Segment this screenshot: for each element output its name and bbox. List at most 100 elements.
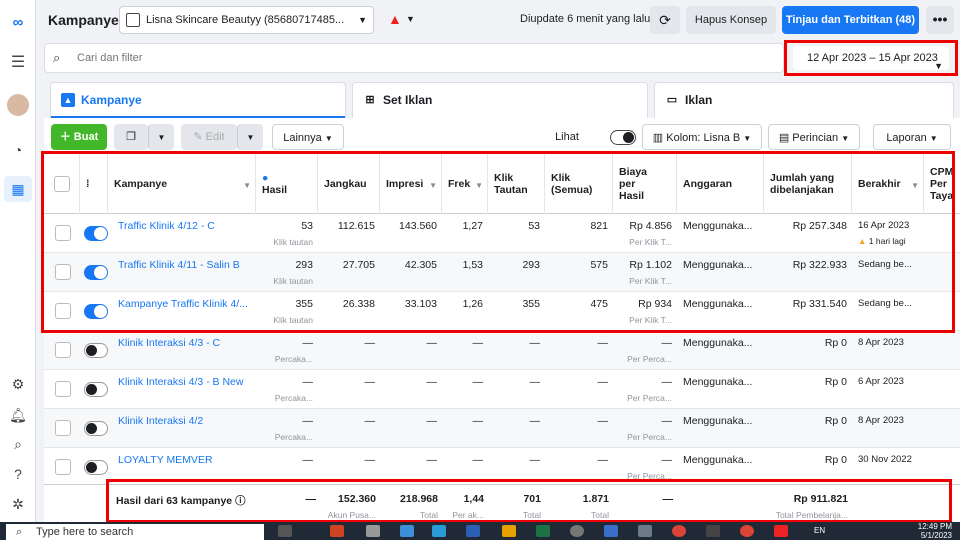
column-header-cost-per-result[interactable]: Biaya per Hasil (613, 154, 677, 214)
campaign-status-toggle[interactable] (84, 343, 108, 358)
cell-value: Rp 4.856 (629, 220, 672, 232)
taskbar-search-input[interactable]: ⌕ Type here to search (6, 524, 264, 540)
cell-cost: Rp 4.856 Per Klik T... (613, 214, 677, 253)
cell-reach: — (318, 409, 380, 448)
more-actions-dropdown[interactable]: Lainnya ▼ (272, 124, 344, 150)
table-row[interactable]: Klinik Interaksi 4/3 - B New — Percaka... —… (44, 370, 960, 409)
campaign-status-toggle[interactable] (84, 226, 108, 241)
campaign-name-link[interactable]: Traffic Klinik 4/11 - Salin B (118, 253, 252, 292)
table-row[interactable]: Kampanye Traffic Klinik 4/... 355 Klik tau… (44, 292, 960, 331)
chrome-icon[interactable] (740, 525, 754, 537)
tab-ad-sets[interactable]: ⊞ Set Iklan (352, 82, 648, 118)
cell-impressions: 42.305 (380, 253, 442, 292)
row-checkbox[interactable] (55, 420, 71, 436)
app-icon[interactable] (604, 525, 618, 537)
breakdown-dropdown[interactable]: ▤ Perincian ▼ (768, 124, 860, 150)
chrome-icon[interactable] (672, 525, 686, 537)
column-header-amount-spent[interactable]: Jumlah yang dibelanjakan (764, 154, 852, 214)
menu-icon[interactable]: ☰ (8, 52, 28, 72)
column-header-ends[interactable]: Berakhir ▼ (852, 154, 924, 214)
app-icon[interactable] (400, 525, 414, 537)
warning-icon[interactable]: ▲ (388, 11, 402, 27)
duplicate-button[interactable]: ❐ (114, 124, 148, 150)
table-row[interactable]: LOYALTY MEMVER — — — — — — — Per Perca... Menggun… (44, 448, 960, 487)
dashboard-gauge-icon[interactable]: ◔ (8, 140, 28, 160)
column-header-clicks-all[interactable]: Klik (Semua) (545, 154, 613, 214)
status-column-header[interactable]: ⁞ (80, 154, 108, 214)
campaign-name-link[interactable]: Klinik Interaksi 4/3 - C (118, 331, 252, 370)
columns-dropdown[interactable]: ▥ Kolom: Lisna B ▼ (642, 124, 762, 150)
column-header-budget[interactable]: Anggaran (677, 154, 764, 214)
row-checkbox[interactable] (55, 342, 71, 358)
app-icon[interactable] (706, 525, 720, 537)
more-options-button[interactable]: ••• (926, 6, 954, 34)
discard-drafts-button[interactable]: Hapus Konsep (686, 6, 776, 34)
help-icon[interactable]: ? (8, 464, 28, 484)
bug-report-icon[interactable]: ✲ (8, 494, 28, 514)
create-button[interactable]: ＋ Buat (51, 124, 107, 150)
excel-icon[interactable] (536, 525, 550, 537)
app-icon[interactable] (638, 525, 652, 537)
chevron-down-icon[interactable]: ▼ (406, 14, 415, 24)
column-header-cpm[interactable]: CPM Per Taya (924, 154, 960, 214)
edit-dropdown-button[interactable]: ▼ (237, 124, 263, 150)
notifications-bell-icon[interactable]: 🔔︎ (8, 405, 28, 425)
campaign-status-toggle[interactable] (84, 382, 108, 397)
reports-dropdown[interactable]: Laporan ▼ (873, 124, 951, 150)
avatar[interactable] (7, 94, 29, 116)
column-header-impressions[interactable]: Impresi ▼ (380, 154, 442, 214)
campaign-name-link[interactable]: Kampanye Traffic Klinik 4/... (118, 292, 252, 331)
campaign-name-link[interactable]: Traffic Klinik 4/12 - C (118, 214, 252, 253)
cell-value: Rp 0 (824, 376, 847, 388)
row-checkbox[interactable] (55, 381, 71, 397)
campaign-status-toggle[interactable] (84, 421, 108, 436)
column-header-campaign[interactable]: Kampanye ▼ (108, 154, 256, 214)
campaign-name-link[interactable]: Klinik Interaksi 4/3 - B New (118, 370, 252, 409)
table-row[interactable]: Traffic Klinik 4/11 - Salin B 293 Klik tau… (44, 253, 960, 292)
column-header-frequency[interactable]: Frek ▼ (442, 154, 488, 214)
language-indicator[interactable]: EN (814, 526, 825, 535)
task-view-icon[interactable] (278, 525, 292, 537)
app-icon[interactable] (432, 525, 446, 537)
search-input[interactable] (77, 49, 677, 67)
row-checkbox[interactable] (55, 459, 71, 475)
file-explorer-icon[interactable] (502, 525, 516, 537)
campaign-status-toggle[interactable] (84, 460, 108, 475)
app-icon[interactable] (570, 525, 584, 537)
table-row[interactable]: Klinik Interaksi 4/3 - C — Percaka... — — — — —… (44, 331, 960, 370)
refresh-button[interactable]: ⟳ (650, 6, 680, 34)
review-and-publish-button[interactable]: Tinjau dan Terbitkan (48) (782, 6, 919, 34)
row-checkbox[interactable] (55, 225, 71, 241)
campaign-name-link[interactable]: LOYALTY MEMVER (118, 448, 252, 487)
campaign-name-link[interactable]: Klinik Interaksi 4/2 (118, 409, 252, 448)
meta-logo-icon[interactable]: ∞ (8, 12, 28, 32)
pdf-reader-icon[interactable] (774, 525, 788, 537)
date-range-picker[interactable]: 12 Apr 2023 – 15 Apr 2023 ▼ (784, 40, 958, 76)
cell-frequency: — (442, 370, 488, 409)
powerpoint-icon[interactable] (330, 525, 344, 537)
tab-ads[interactable]: ▭ Iklan (654, 82, 954, 118)
system-clock[interactable]: 12:49 PM 5/1/2023 (918, 522, 952, 540)
tab-campaigns[interactable]: ▲ Kampanye (50, 82, 346, 118)
column-label: Jumlah yang dibelanjakan (770, 172, 835, 196)
view-setup-toggle[interactable] (610, 130, 636, 145)
settings-gear-icon[interactable]: ⚙ (8, 374, 28, 394)
campaign-status-toggle[interactable] (84, 265, 108, 280)
table-row[interactable]: Klinik Interaksi 4/2 — Percaka... — — — — — — Per… (44, 409, 960, 448)
duplicate-dropdown-button[interactable]: ▼ (148, 124, 174, 150)
app-icon[interactable] (366, 525, 380, 537)
campaign-status-toggle[interactable] (84, 304, 108, 319)
search-filter-bar[interactable]: ⌕ (44, 43, 784, 73)
select-all-checkbox[interactable] (54, 176, 70, 192)
campaigns-table-icon[interactable]: ▦ (4, 176, 32, 202)
search-icon[interactable]: ⌕ (8, 434, 28, 454)
column-header-link-clicks[interactable]: Klik Tautan (488, 154, 545, 214)
table-row[interactable]: Traffic Klinik 4/12 - C 53 Klik tautan 112.… (44, 214, 960, 253)
edit-button[interactable]: ✎ Edit (181, 124, 237, 150)
column-header-reach[interactable]: Jangkau (318, 154, 380, 214)
row-checkbox[interactable] (55, 303, 71, 319)
row-checkbox[interactable] (55, 264, 71, 280)
account-selector[interactable]: Lisna Skincare Beautyy (85680717485... ▼ (119, 6, 374, 34)
word-icon[interactable] (466, 525, 480, 537)
column-header-results[interactable]: ● Hasil (256, 154, 318, 214)
